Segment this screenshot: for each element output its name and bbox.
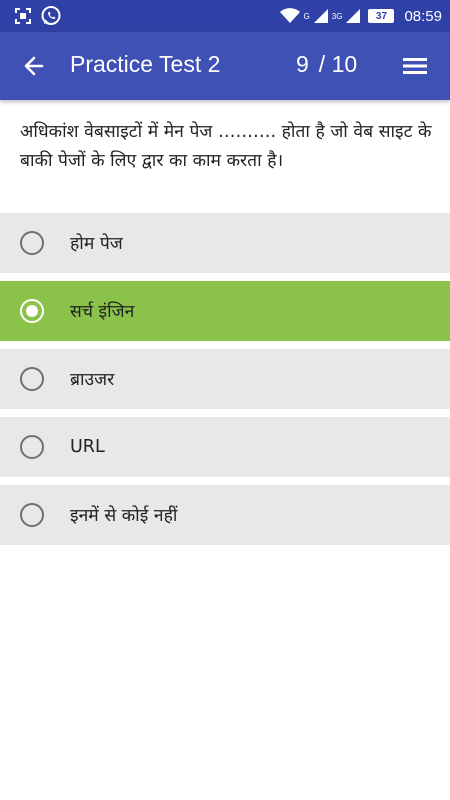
- option-label: इनमें से कोई नहीं: [70, 506, 178, 526]
- signal-icon: [313, 9, 328, 23]
- total-questions: / 10: [318, 51, 358, 77]
- question-counter: 9 / 10: [296, 51, 357, 78]
- option-item[interactable]: इनमें से कोई नहीं: [0, 485, 450, 545]
- radio-button-icon[interactable]: [20, 435, 44, 459]
- arrow-left-icon: [24, 56, 44, 76]
- radio-button-icon[interactable]: [20, 503, 44, 527]
- menu-button[interactable]: [398, 52, 432, 80]
- current-question-number: 9: [296, 51, 309, 77]
- back-button[interactable]: [16, 50, 52, 82]
- wifi-icon: [279, 8, 300, 24]
- status-left: [14, 5, 62, 27]
- battery-indicator: 37: [368, 9, 395, 23]
- hamburger-menu-icon: [403, 58, 427, 74]
- option-label: ब्राउजर: [70, 370, 115, 390]
- status-right: G 3G 37 08:59: [279, 7, 442, 25]
- whatsapp-icon: [40, 5, 62, 27]
- app-bar: Practice Test 2 9 / 10: [0, 32, 450, 100]
- status-bar: G 3G 37 08:59: [0, 0, 450, 32]
- sim2-network-label: 3G: [331, 11, 343, 21]
- radio-button-icon[interactable]: [20, 299, 44, 323]
- answer-options: होम पेज सर्च इंजिन ब्राउजर URL इनमें से …: [0, 213, 450, 553]
- page-title: Practice Test 2: [70, 51, 221, 77]
- screenshot-icon: [14, 7, 32, 25]
- option-label: URL: [70, 437, 105, 457]
- option-label: होम पेज: [70, 234, 123, 254]
- option-label: सर्च इंजिन: [70, 302, 135, 322]
- status-clock: 08:59: [404, 7, 442, 25]
- option-item[interactable]: सर्च इंजिन: [0, 281, 450, 341]
- radio-button-icon[interactable]: [20, 367, 44, 391]
- option-item[interactable]: URL: [0, 417, 450, 477]
- option-item[interactable]: होम पेज: [0, 213, 450, 273]
- option-item[interactable]: ब्राउजर: [0, 349, 450, 409]
- signal-icon: [346, 9, 361, 23]
- question-text: अधिकांश वेबसाइटों में मेन पेज ………. होता …: [20, 122, 432, 171]
- sim1-network-label: G: [303, 11, 310, 21]
- radio-button-icon[interactable]: [20, 231, 44, 255]
- radio-dot: [26, 305, 38, 317]
